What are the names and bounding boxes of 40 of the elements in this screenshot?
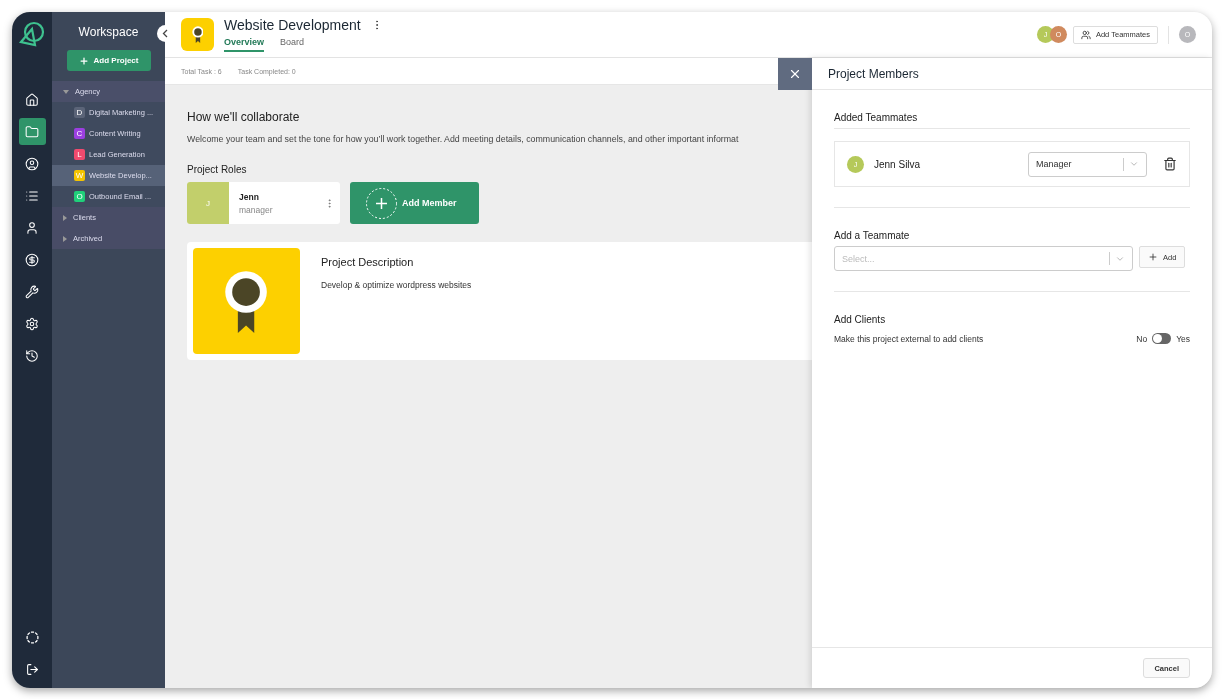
section-title: Project Roles — [187, 164, 247, 175]
section-title: How we'll collaborate — [187, 110, 300, 124]
role-label: manager — [239, 204, 274, 215]
tab[interactable]: Board — [280, 37, 305, 52]
nav-icon[interactable] — [18, 118, 46, 145]
sidebar-title: Workspace — [77, 25, 140, 39]
external-toggle[interactable] — [1152, 333, 1172, 344]
plus-icon — [1148, 252, 1158, 262]
section-title: Add Clients — [834, 314, 887, 327]
panel-title: Project Members — [812, 58, 1212, 90]
delete-icon[interactable] — [1163, 157, 1177, 171]
plus-circle-icon — [366, 187, 397, 219]
users-icon — [1080, 29, 1091, 40]
toggle-off-label: No — [1136, 333, 1148, 344]
project-badge: W — [74, 170, 85, 181]
project-badge: D — [74, 107, 85, 118]
section-text: Welcome your team and set the tone for how you’ll work together. Add meeting details, communication channels, and other important informat — [187, 134, 740, 144]
add-project-button[interactable]: Add Project — [66, 50, 151, 71]
add-member-button[interactable]: Add Member — [350, 182, 479, 224]
close-icon — [788, 67, 802, 81]
chevron-down-icon — [1129, 159, 1139, 169]
role-name: Jenn — [239, 191, 260, 202]
description-title: Project Description — [321, 256, 415, 268]
section-title: Added Teammates — [834, 112, 1190, 129]
plus-icon — [78, 55, 89, 66]
logo-icon — [18, 20, 46, 48]
role-avatar: J — [187, 182, 229, 224]
project-badge: L — [74, 149, 85, 160]
member-name: Jenn Silva — [874, 158, 922, 170]
project-badge: C — [74, 128, 85, 139]
clients-text: Make this project external to add clients — [834, 333, 985, 344]
project-title: Website Development — [224, 17, 361, 33]
medal-icon — [224, 269, 269, 333]
description-text: Develop & optimize wordpress websites — [321, 280, 472, 290]
role-select[interactable]: Manager — [1028, 151, 1147, 177]
medal-icon — [191, 26, 204, 43]
tab[interactable]: Overview — [224, 37, 265, 52]
section-title: Add a Teammate — [834, 230, 911, 243]
toggle-on-label: Yes — [1176, 333, 1190, 344]
project-badge: O — [74, 191, 85, 202]
